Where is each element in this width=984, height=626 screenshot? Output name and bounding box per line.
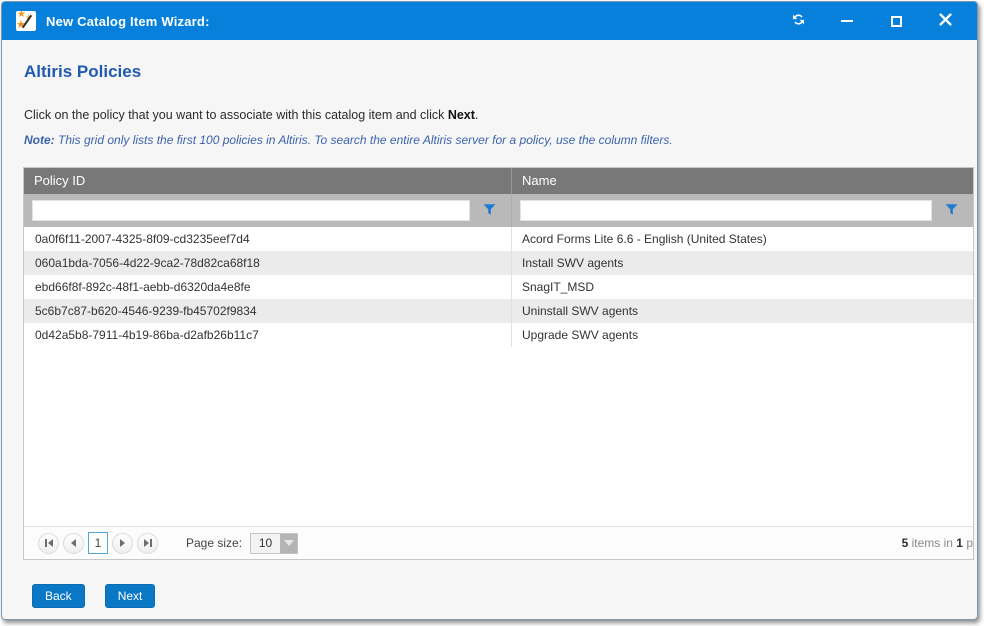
cell-name: Upgrade SWV agents [512, 323, 973, 347]
prev-page-icon [71, 539, 76, 547]
titlebar: ★★★ New Catalog Item Wizard: [2, 2, 977, 40]
name-filter-cell [512, 194, 973, 227]
close-button[interactable] [937, 13, 953, 29]
table-row[interactable]: 5c6b7c87-b620-4546-9239-fb45702f9834 Uni… [24, 299, 973, 323]
close-icon [939, 13, 952, 29]
maximize-icon [891, 16, 902, 27]
policy-id-filter-button[interactable] [480, 202, 498, 220]
first-page-icon [45, 539, 47, 547]
instruction-next-keyword: Next [448, 108, 475, 122]
next-page-button[interactable] [112, 533, 133, 554]
window-title: New Catalog Item Wizard: [46, 14, 210, 29]
wizard-window: ★★★ New Catalog Item Wizard: [1, 1, 978, 620]
next-button[interactable]: Next [105, 584, 156, 608]
minimize-icon [841, 20, 853, 22]
content-area: Altiris Policies Click on the policy tha… [2, 62, 977, 608]
page-title: Altiris Policies [24, 62, 972, 82]
refresh-button[interactable] [790, 13, 806, 29]
cell-name: SnagIT_MSD [512, 275, 973, 299]
current-page-indicator[interactable]: 1 [88, 532, 108, 554]
note-text: Note: This grid only lists the first 100… [24, 133, 972, 147]
last-page-icon [144, 539, 149, 547]
policy-id-filter-input[interactable] [32, 200, 470, 221]
grid-header-row: Policy ID Name [24, 168, 973, 194]
page-size-dropdown-button[interactable] [280, 534, 297, 553]
table-row[interactable]: 0a0f6f11-2007-4325-8f09-cd3235eef7d4 Aco… [24, 227, 973, 251]
cell-policy-id: 0d42a5b8-7911-4b19-86ba-d2afb26b11c7 [24, 323, 512, 347]
page-size-value: 10 [251, 534, 280, 553]
note-label: Note: [24, 133, 55, 147]
window-controls [790, 13, 963, 29]
chevron-down-icon [284, 540, 294, 546]
instruction-prefix: Click on the policy that you want to ass… [24, 108, 448, 122]
footer-buttons: Back Next [32, 584, 972, 608]
cell-name: Acord Forms Lite 6.6 - English (United S… [512, 227, 973, 251]
table-row[interactable]: 060a1bda-7056-4d22-9ca2-78d82ca68f18 Ins… [24, 251, 973, 275]
policies-grid: Policy ID Name [23, 167, 974, 560]
minimize-button[interactable] [839, 13, 855, 29]
cell-name: Install SWV agents [512, 251, 973, 275]
column-header-name[interactable]: Name [512, 168, 973, 194]
cell-name: Uninstall SWV agents [512, 299, 973, 323]
cell-policy-id: 0a0f6f11-2007-4325-8f09-cd3235eef7d4 [24, 227, 512, 251]
page-size-select[interactable]: 10 [250, 533, 298, 554]
grid-empty-area [24, 347, 973, 526]
table-row[interactable]: 0d42a5b8-7911-4b19-86ba-d2afb26b11c7 Upg… [24, 323, 973, 347]
pages-count: 1 [956, 536, 963, 550]
instruction-text: Click on the policy that you want to ass… [24, 108, 972, 122]
items-summary: 5 items in 1 p [902, 536, 973, 550]
name-filter-input[interactable] [520, 200, 932, 221]
next-page-icon [120, 539, 125, 547]
maximize-button[interactable] [888, 13, 904, 29]
note-body: This grid only lists the first 100 polic… [55, 133, 673, 147]
column-header-policy-id[interactable]: Policy ID [24, 168, 512, 194]
filter-funnel-icon [483, 203, 496, 219]
pager-bar: 1 Page size: 10 5 items in 1 p [24, 526, 973, 559]
cell-policy-id: 060a1bda-7056-4d22-9ca2-78d82ca68f18 [24, 251, 512, 275]
first-page-button[interactable] [38, 533, 59, 554]
page-size-label: Page size: [186, 536, 242, 550]
last-page-button[interactable] [137, 533, 158, 554]
back-button[interactable]: Back [32, 584, 85, 608]
refresh-icon [791, 12, 806, 30]
filter-row [24, 194, 973, 227]
wizard-stars-icon: ★★★ [16, 11, 36, 31]
instruction-suffix: . [475, 108, 478, 122]
cell-policy-id: ebd66f8f-892c-48f1-aebb-d6320da4e8fe [24, 275, 512, 299]
table-row[interactable]: ebd66f8f-892c-48f1-aebb-d6320da4e8fe Sna… [24, 275, 973, 299]
prev-page-button[interactable] [63, 533, 84, 554]
cell-policy-id: 5c6b7c87-b620-4546-9239-fb45702f9834 [24, 299, 512, 323]
policy-id-filter-cell [24, 194, 512, 227]
filter-funnel-icon [945, 203, 958, 219]
name-filter-button[interactable] [942, 202, 960, 220]
